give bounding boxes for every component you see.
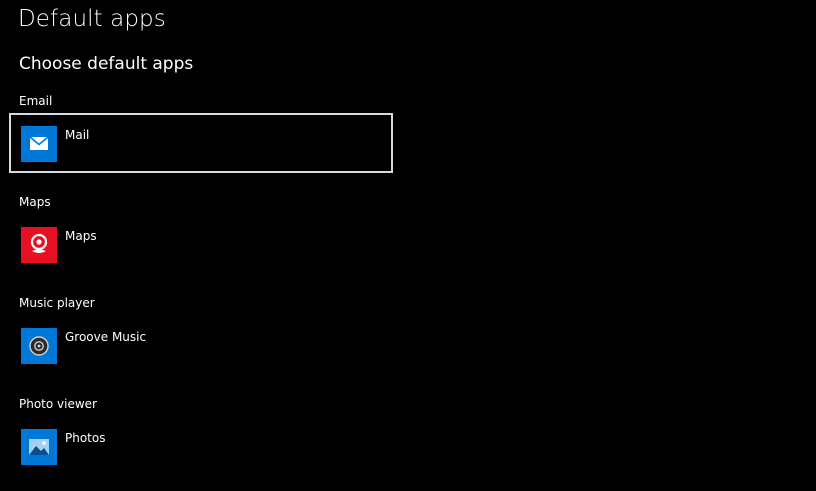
category-label-photo-viewer: Photo viewer <box>19 397 97 411</box>
settings-page: Default apps Choose default apps Email M… <box>0 0 816 491</box>
category-label-music-player: Music player <box>19 296 95 310</box>
app-name: Maps <box>65 229 97 243</box>
app-name: Photos <box>65 431 106 445</box>
category-label-email: Email <box>19 94 53 108</box>
app-name: Mail <box>65 128 90 142</box>
music-player-app-button[interactable]: Groove Music <box>9 315 393 375</box>
mail-icon <box>21 126 57 162</box>
category-label-maps: Maps <box>19 195 51 209</box>
maps-app-button[interactable]: Maps <box>9 214 393 274</box>
page-title: Default apps <box>18 6 166 32</box>
email-app-button[interactable]: Mail <box>9 113 393 173</box>
section-title: Choose default apps <box>19 54 194 74</box>
groove-music-icon <box>21 328 57 364</box>
maps-icon <box>21 227 57 263</box>
photo-viewer-app-button[interactable]: Photos <box>9 416 393 476</box>
photos-icon <box>21 429 57 465</box>
app-name: Groove Music <box>65 330 147 344</box>
